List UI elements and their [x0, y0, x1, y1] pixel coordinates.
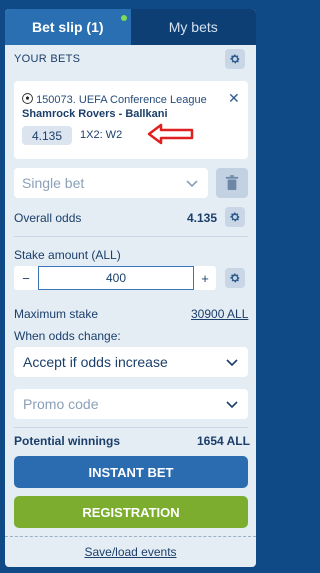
chevron-down-icon — [226, 359, 238, 367]
tab-bet-slip[interactable]: Bet slip (1) — [5, 9, 131, 45]
gear-icon — [230, 212, 240, 222]
save-load-events-link[interactable]: Save/load events — [5, 545, 256, 559]
potential-winnings-value: 1654 ALL — [197, 434, 250, 448]
gear-icon — [230, 273, 240, 283]
bet-type-select[interactable]: Single bet — [14, 168, 208, 198]
max-stake-label: Maximum stake — [14, 307, 99, 321]
clear-bets-button[interactable] — [216, 168, 248, 198]
bet-slip-tabs: Bet slip (1) My bets — [5, 9, 256, 45]
bet-league-text: 150073. UEFA Conference League — [36, 94, 207, 106]
bet-card: 150073. UEFA Conference League Shamrock … — [14, 81, 248, 159]
tab-my-bets[interactable]: My bets — [130, 9, 256, 45]
odds-change-label: When odds change: — [14, 329, 121, 343]
chevron-down-icon — [226, 401, 238, 409]
chevron-down-icon — [186, 180, 198, 188]
tab-bet-slip-label: Bet slip (1) — [31, 19, 104, 35]
divider — [14, 236, 248, 237]
bet-market: 1X2: W2 — [80, 129, 123, 141]
notification-dot — [121, 15, 127, 21]
overall-odds-label: Overall odds — [14, 211, 82, 225]
stake-stepper: − 400 + — [14, 266, 216, 290]
tab-my-bets-label: My bets — [168, 19, 218, 35]
odds-change-value: Accept if odds increase — [23, 354, 168, 370]
max-stake-link[interactable]: 30900 ALL — [191, 307, 248, 321]
stake-settings-button[interactable] — [225, 268, 245, 288]
your-bets-title: YOUR BETS — [14, 53, 81, 65]
football-icon — [22, 93, 33, 104]
stake-decrease-button[interactable]: − — [14, 266, 38, 290]
bet-match: Shamrock Rovers - Ballkani — [22, 108, 168, 120]
bet-type-value: Single bet — [22, 175, 85, 191]
stake-increase-button[interactable]: + — [194, 266, 216, 290]
divider — [14, 427, 248, 428]
remove-bet-close-icon[interactable]: ✕ — [228, 90, 240, 107]
odds-change-select[interactable]: Accept if odds increase — [14, 347, 248, 377]
stake-label: Stake amount (ALL) — [14, 248, 121, 262]
potential-winnings-label: Potential winnings — [14, 434, 121, 448]
bet-odds-badge: 4.135 — [22, 126, 72, 145]
instant-bet-button[interactable]: INSTANT BET — [14, 456, 248, 488]
gear-icon — [230, 54, 240, 64]
stake-input[interactable]: 400 — [38, 266, 194, 290]
your-bets-settings-button[interactable] — [225, 49, 245, 69]
bet-league: 150073. UEFA Conference League — [22, 93, 207, 106]
dashed-divider — [5, 536, 256, 537]
registration-button[interactable]: REGISTRATION — [14, 496, 248, 528]
overall-odds-value: 4.135 — [187, 211, 218, 225]
promo-code-placeholder: Promo code — [23, 396, 99, 412]
red-arrow-annotation-icon — [147, 123, 194, 145]
bet-slip-panel: Bet slip (1) My bets YOUR BETS 150073. U… — [5, 9, 256, 567]
overall-odds-settings-button[interactable] — [225, 207, 245, 227]
trash-icon — [225, 175, 239, 190]
promo-code-select[interactable]: Promo code — [14, 389, 248, 419]
